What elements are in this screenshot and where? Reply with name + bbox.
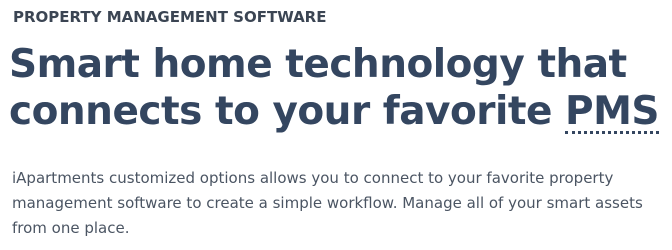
headline-line-2-text: connects to your favorite (9, 89, 566, 134)
description-paragraph: iApartments customized options allows yo… (12, 169, 643, 237)
section-eyebrow: PROPERTY MANAGEMENT SOFTWARE (13, 8, 327, 26)
headline-line-2: connects to your favorite PMS (9, 88, 660, 135)
headline-line-1: Smart home technology that (9, 42, 627, 87)
pms-abbreviation[interactable]: PMS (565, 92, 660, 134)
hero-section: PROPERTY MANAGEMENT SOFTWARE Smart home … (0, 0, 672, 250)
headline: Smart home technology that connects to y… (9, 41, 660, 135)
